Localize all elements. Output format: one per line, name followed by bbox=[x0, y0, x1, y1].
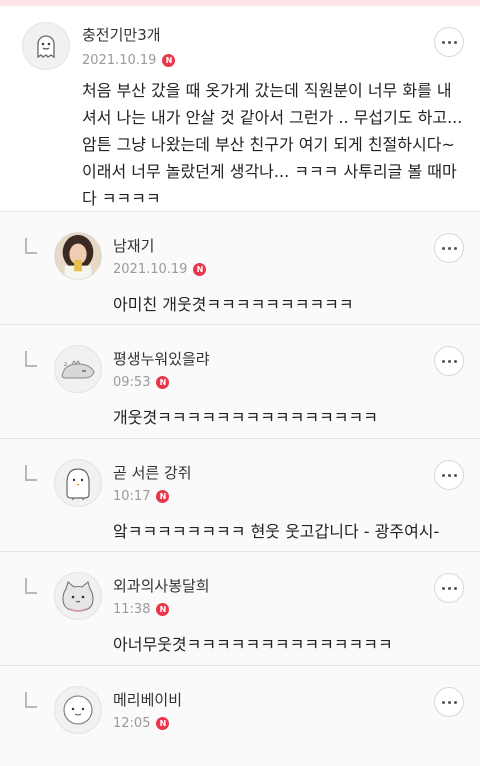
new-badge: N bbox=[156, 603, 170, 616]
reply-arrow-icon bbox=[25, 238, 37, 254]
dot-icon bbox=[447, 246, 451, 250]
new-badge: N bbox=[156, 490, 170, 503]
dot-icon bbox=[447, 359, 451, 363]
dot-icon bbox=[441, 700, 445, 704]
reply-author[interactable]: 메리베이비 bbox=[113, 689, 182, 710]
dot-icon bbox=[453, 473, 457, 477]
avatar[interactable] bbox=[54, 232, 102, 280]
new-badge: N bbox=[156, 376, 170, 389]
new-badge: N bbox=[156, 717, 170, 730]
reply-meta: 2021.10.19 N bbox=[113, 262, 207, 277]
comment-text: 처음 부산 갔을 때 옷가게 갔는데 직원분이 너무 화를 내셔서 나는 내가 … bbox=[82, 81, 463, 208]
reply-author[interactable]: 평생누워있을랴 bbox=[113, 348, 210, 369]
dot-icon bbox=[441, 586, 445, 590]
avatar[interactable] bbox=[22, 22, 70, 70]
reply-item: 메리베이비 12:05 N bbox=[0, 666, 480, 766]
dot-icon bbox=[441, 359, 445, 363]
reply-meta: 11:38 N bbox=[113, 602, 170, 617]
reply-arrow-icon bbox=[25, 465, 37, 481]
dot-icon bbox=[453, 359, 457, 363]
user-photo-avatar bbox=[55, 233, 101, 279]
reply-date: 09:53 bbox=[113, 375, 151, 390]
comment-meta: 2021.10.19 N bbox=[82, 53, 176, 68]
reply-arrow-icon bbox=[25, 692, 37, 708]
reply-arrow-icon bbox=[25, 351, 37, 367]
dot-icon bbox=[441, 246, 445, 250]
sleeping-dino-icon: z bbox=[61, 360, 95, 379]
ghost-character-icon bbox=[37, 35, 55, 59]
reply-text: 아미친 개웃겻ㅋㅋㅋㅋㅋㅋㅋㅋㅋㅋ bbox=[113, 295, 354, 314]
dot-icon bbox=[453, 40, 457, 44]
comment-item: 충전기만3개 2021.10.19 N 처음 부산 갔을 때 옷가게 갔는데 직… bbox=[0, 6, 480, 212]
dot-icon bbox=[447, 40, 451, 44]
dot-icon bbox=[447, 700, 451, 704]
reply-item: 남재기 2021.10.19 N 아미친 개웃겻ㅋㅋㅋㅋㅋㅋㅋㅋㅋㅋ bbox=[0, 212, 480, 325]
dot-icon bbox=[447, 586, 451, 590]
reply-item: z 평생누워있을랴 09:53 N 개웃겻ㅋㅋㅋㅋㅋㅋㅋㅋㅋㅋㅋㅋㅋㅋㅋ bbox=[0, 325, 480, 439]
reply-author[interactable]: 곧 서른 강쥐 bbox=[113, 462, 192, 483]
dot-icon bbox=[447, 473, 451, 477]
dot-icon bbox=[453, 700, 457, 704]
comment-author[interactable]: 충전기만3개 bbox=[82, 24, 161, 45]
dot-icon bbox=[453, 246, 457, 250]
more-options-button[interactable] bbox=[434, 233, 464, 263]
new-badge: N bbox=[193, 263, 207, 276]
more-options-button[interactable] bbox=[434, 573, 464, 603]
dot-icon bbox=[453, 586, 457, 590]
new-badge: N bbox=[162, 54, 176, 67]
reply-text: 앜ㅋㅋㅋㅋㅋㅋㅋㅋ 현웃 웃고갑니다 - 광주여시- bbox=[113, 522, 440, 541]
avatar[interactable]: z bbox=[54, 345, 102, 393]
reply-item: 곧 서른 강쥐 10:17 N 앜ㅋㅋㅋㅋㅋㅋㅋㅋ 현웃 웃고갑니다 - 광주여… bbox=[0, 439, 480, 552]
reply-text: 개웃겻ㅋㅋㅋㅋㅋㅋㅋㅋㅋㅋㅋㅋㅋㅋㅋ bbox=[113, 408, 378, 427]
penguin-character-icon bbox=[66, 468, 90, 500]
svg-text:z: z bbox=[64, 361, 67, 368]
reply-meta: 12:05 N bbox=[113, 716, 170, 731]
reply-meta: 09:53 N bbox=[113, 375, 170, 390]
avatar[interactable] bbox=[54, 572, 102, 620]
reply-item: 외과의사봉달희 11:38 N 아너무웃겻ㅋㅋㅋㅋㅋㅋㅋㅋㅋㅋㅋㅋㅋㅋ bbox=[0, 552, 480, 666]
cat-character-icon bbox=[62, 581, 94, 612]
reply-date: 11:38 bbox=[113, 602, 151, 617]
dot-icon bbox=[441, 40, 445, 44]
more-options-button[interactable] bbox=[434, 687, 464, 717]
dot-icon bbox=[441, 473, 445, 477]
more-options-button[interactable] bbox=[434, 460, 464, 490]
reply-text: 아너무웃겻ㅋㅋㅋㅋㅋㅋㅋㅋㅋㅋㅋㅋㅋㅋ bbox=[113, 635, 393, 654]
reply-author[interactable]: 남재기 bbox=[113, 235, 154, 256]
avatar[interactable] bbox=[54, 686, 102, 734]
avatar[interactable] bbox=[54, 459, 102, 507]
comment-date: 2021.10.19 bbox=[82, 53, 157, 68]
reply-date: 10:17 bbox=[113, 489, 151, 504]
more-options-button[interactable] bbox=[434, 27, 464, 57]
more-options-button[interactable] bbox=[434, 346, 464, 376]
reply-arrow-icon bbox=[25, 578, 37, 594]
reply-author[interactable]: 외과의사봉달희 bbox=[113, 575, 210, 596]
reply-date: 12:05 bbox=[113, 716, 151, 731]
reply-date: 2021.10.19 bbox=[113, 262, 188, 277]
comment-thread: 충전기만3개 2021.10.19 N 처음 부산 갔을 때 옷가게 갔는데 직… bbox=[0, 6, 480, 766]
round-face-character-icon bbox=[63, 695, 93, 725]
reply-meta: 10:17 N bbox=[113, 489, 170, 504]
